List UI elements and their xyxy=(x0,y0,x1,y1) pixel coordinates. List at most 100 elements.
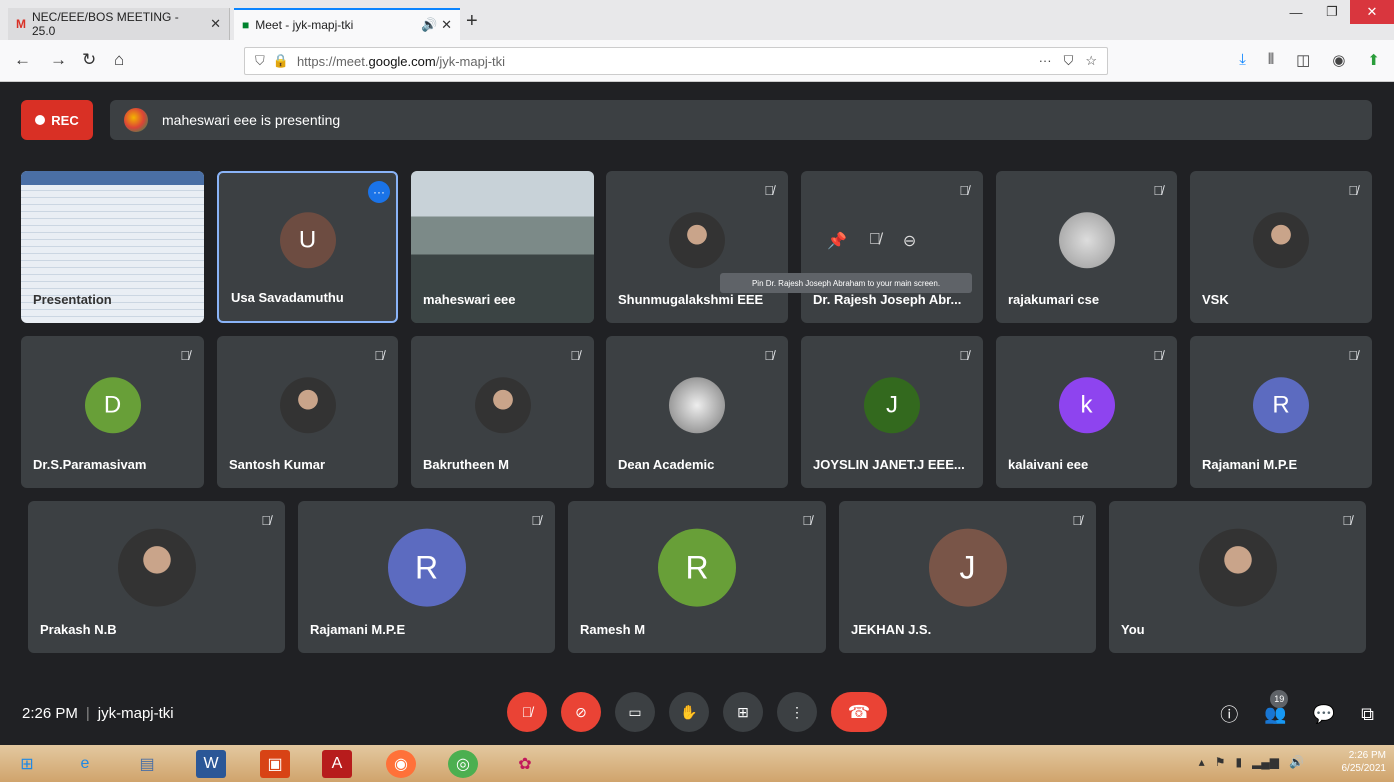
new-tab-button[interactable]: + xyxy=(466,10,478,33)
presenting-banner[interactable]: maheswari eee is presenting xyxy=(110,100,1372,140)
mute-icon[interactable]: 🎙̸ xyxy=(869,231,881,251)
mic-off-icon: 🎙̸ xyxy=(374,348,384,363)
extension-icon[interactable]: ⬆ xyxy=(1367,51,1380,69)
participant-tile[interactable]: 🎙̸ R Rajamani M.P.E xyxy=(1190,336,1372,488)
chrome-icon[interactable]: ◎ xyxy=(448,750,478,778)
tile-name: JEKHAN J.S. xyxy=(851,622,932,637)
windows-taskbar: ⊞ e ▤ W ▣ A ◉ ◎ ✿ ▴ ⚑ ▮ ▂▄▆ 🔊 2:26 PM 6/… xyxy=(0,745,1394,782)
firefox-icon[interactable]: ◉ xyxy=(386,750,416,778)
home-icon[interactable]: ⌂ xyxy=(114,50,124,70)
participant-tile[interactable]: 🎙̸ k kalaivani eee xyxy=(996,336,1177,488)
info-icon[interactable]: ⓘ xyxy=(1220,701,1238,727)
participant-tile[interactable]: ··· U Usa Savadamuthu xyxy=(217,171,398,323)
participant-tile[interactable]: 🎙̸ Bakrutheen M xyxy=(411,336,594,488)
participant-tile[interactable]: maheswari eee xyxy=(411,171,594,323)
lock-icon[interactable]: 🔒 xyxy=(273,53,289,69)
network-icon[interactable]: ▮ xyxy=(1235,755,1242,769)
participant-tile[interactable]: 🎙̸ VSK xyxy=(1190,171,1372,323)
windows-start-icon[interactable]: ⊞ xyxy=(12,750,42,778)
restore-button[interactable]: ❐ xyxy=(1314,0,1350,24)
ie-icon[interactable]: e xyxy=(70,750,100,778)
participant-tile[interactable]: 🎙̸ Dean Academic xyxy=(606,336,788,488)
participant-tile[interactable]: 🎙̸ rajakumari cse xyxy=(996,171,1177,323)
more-options-icon[interactable]: ··· xyxy=(368,181,390,203)
present-button[interactable]: ⊞ xyxy=(723,692,763,732)
participant-tile[interactable]: 🎙̸ R Rajamani M.P.E xyxy=(298,501,555,653)
file-explorer-icon[interactable]: ▤ xyxy=(132,750,162,778)
avatar xyxy=(474,377,531,434)
library-icon[interactable]: ⫴ xyxy=(1268,51,1274,69)
hand-icon: ✋ xyxy=(680,703,698,720)
participant-tile[interactable]: 🎙̸ R Ramesh M xyxy=(568,501,826,653)
participant-tile[interactable]: 🎙̸ D Dr.S.Paramasivam xyxy=(21,336,204,488)
download-icon[interactable]: ⤓ xyxy=(1239,51,1246,69)
recording-badge: REC xyxy=(21,100,93,140)
tile-name: Shunmugalakshmi EEE xyxy=(618,292,764,307)
system-clock[interactable]: 2:26 PM 6/25/2021 xyxy=(1342,749,1387,775)
tile-name: Prakash N.B xyxy=(40,622,117,637)
meeting-details: 2:26 PM | jyk-mapj-tki xyxy=(22,705,174,722)
captions-button[interactable]: ▭ xyxy=(615,692,655,732)
avatar: D xyxy=(84,377,141,434)
paint-icon[interactable]: ✿ xyxy=(510,750,540,778)
presentation-tile[interactable]: Presentation xyxy=(21,171,204,323)
window-controls: — ❐ ✕ xyxy=(1278,0,1394,24)
app-icon[interactable]: ▣ xyxy=(260,750,290,778)
tray-arrow-icon[interactable]: ▴ xyxy=(1199,755,1205,769)
pin-icon[interactable]: 📌 xyxy=(827,231,847,251)
mic-off-icon: 🎙̸ xyxy=(959,183,969,198)
avatar xyxy=(1058,212,1115,269)
avatar: J xyxy=(864,377,920,434)
mic-off-icon: 🎙̸ xyxy=(570,348,580,363)
raise-hand-button[interactable]: ✋ xyxy=(669,692,709,732)
volume-icon[interactable]: 🔊 xyxy=(1289,755,1304,769)
tab-gmail[interactable]: M NEC/EEE/BOS MEETING - 25.0 ✕ xyxy=(8,8,230,40)
activities-icon[interactable]: ⧉ xyxy=(1361,704,1374,725)
word-icon[interactable]: W xyxy=(196,750,226,778)
participant-tile[interactable]: 🎙̸ J JOYSLIN JANET.J EEE... xyxy=(801,336,983,488)
flag-icon[interactable]: ⚑ xyxy=(1215,755,1226,769)
participant-tile[interactable]: 🎙̸ Santosh Kumar xyxy=(217,336,398,488)
participant-tile[interactable]: 🎙̸ You xyxy=(1109,501,1366,653)
avatar: k xyxy=(1058,377,1115,434)
participant-tile[interactable]: 🎙̸ J JEKHAN J.S. xyxy=(839,501,1096,653)
sidebar-icon[interactable]: ◫ xyxy=(1296,51,1310,69)
more-options-button[interactable]: ⋮ xyxy=(777,692,817,732)
page-actions-icon[interactable]: ··· xyxy=(1039,53,1052,69)
chat-icon[interactable]: 💬 xyxy=(1313,704,1335,725)
present-icon: ⊞ xyxy=(737,703,749,720)
close-tab-icon[interactable]: ✕ xyxy=(210,16,221,32)
address-bar[interactable]: ⛉ 🔒 https://meet.google.com/jyk-mapj-tki… xyxy=(244,47,1108,75)
close-window-button[interactable]: ✕ xyxy=(1350,0,1394,24)
signal-icon[interactable]: ▂▄▆ xyxy=(1252,755,1279,769)
mic-off-icon: 🎙̸ xyxy=(1348,348,1358,363)
forward-arrow-icon[interactable]: → xyxy=(50,50,67,70)
remove-icon[interactable]: ⊖ xyxy=(903,231,916,251)
mic-toggle-button[interactable]: 🎙̸ xyxy=(507,692,547,732)
people-button[interactable]: 19 👥 xyxy=(1264,689,1289,725)
camera-toggle-button[interactable]: ⊘ xyxy=(561,692,601,732)
shield-icon[interactable]: ⛉ xyxy=(255,53,265,69)
account-icon[interactable]: ◉ xyxy=(1332,51,1345,69)
reload-icon[interactable]: ↻ xyxy=(82,50,96,70)
back-arrow-icon[interactable]: ← xyxy=(14,50,31,70)
bookmark-star-icon[interactable]: ☆ xyxy=(1085,53,1097,69)
tile-name: Rajamani M.P.E xyxy=(1202,457,1298,472)
tile-name: Usa Savadamuthu xyxy=(231,290,344,305)
audio-close-icons[interactable]: 🔊 ✕ xyxy=(421,17,452,33)
tab-meet[interactable]: ■ Meet - jyk-mapj-tki 🔊 ✕ xyxy=(234,8,460,40)
participant-tile[interactable]: 🎙̸ Prakash N.B xyxy=(28,501,285,653)
mic-off-icon: 🎙̸ xyxy=(261,513,271,528)
minimize-button[interactable]: — xyxy=(1278,0,1314,24)
participant-tile[interactable]: 🎙̸ Shunmugalakshmi EEE xyxy=(606,171,788,323)
avatar xyxy=(1198,528,1277,607)
clock-time: 2:26 PM xyxy=(1348,750,1386,761)
url-prefix: https://meet. xyxy=(296,53,369,69)
tile-name: kalaivani eee xyxy=(1008,457,1089,472)
participant-tile[interactable]: 🎙̸ 📌 🎙̸ ⊖ Dr. Rajesh Joseph Abr... xyxy=(801,171,983,323)
avatar: U xyxy=(279,212,336,269)
end-call-button[interactable]: ☎ xyxy=(831,692,887,732)
rec-label: REC xyxy=(51,112,79,128)
acrobat-icon[interactable]: A xyxy=(322,750,352,778)
pocket-icon[interactable]: ⛉ xyxy=(1064,53,1074,69)
